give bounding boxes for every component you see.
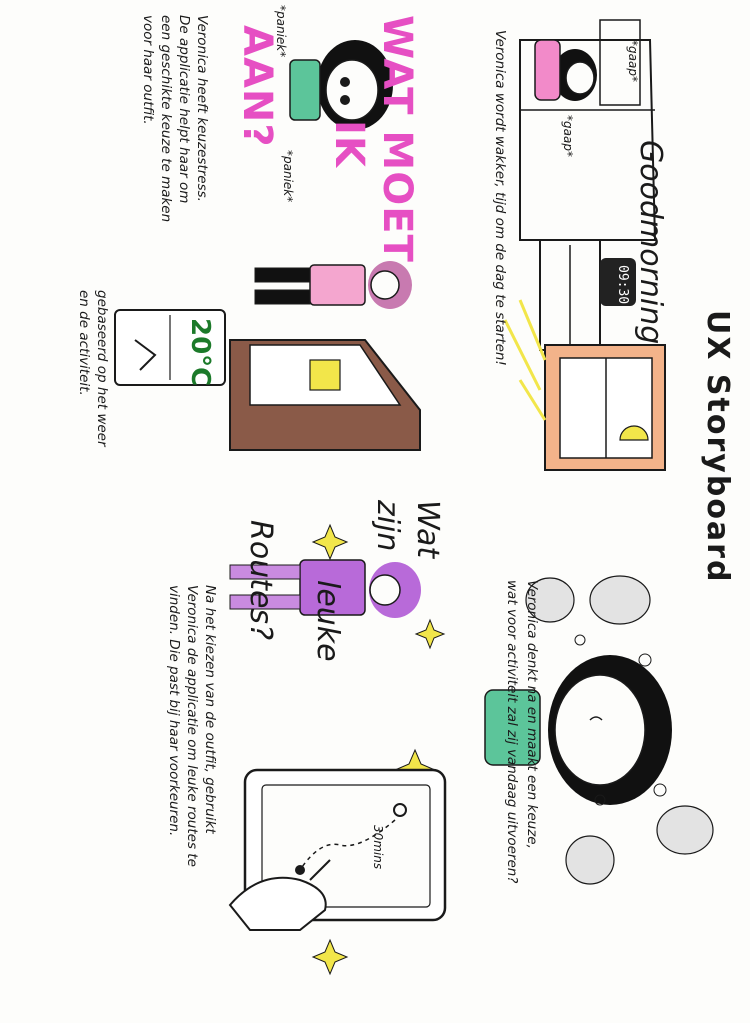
panic-speech-line-1: WAT MOET bbox=[374, 15, 420, 263]
storyboard-page: UX Storyboard *gaap* *gaap* Goodmorning … bbox=[0, 0, 750, 1023]
routes-caption-line-3: vinden. Die past bij haar voorkeuren. bbox=[166, 585, 182, 837]
panic-note-1: *paniek* bbox=[274, 5, 288, 58]
panic-caption-line-4: voor haar outfit. bbox=[140, 15, 156, 125]
greeting-text: Goodmorning bbox=[633, 140, 668, 345]
wake-caption: Veronica wordt wakker, tijd om de dag te… bbox=[492, 30, 508, 366]
clock-display: 09:30 bbox=[615, 265, 630, 305]
routes-caption-line-1: Na het kiezen van de outfit, gebruikt bbox=[202, 585, 218, 834]
outfit-caption-line-1: gebaseerd op het weer bbox=[94, 290, 110, 447]
temperature-display: 20°C bbox=[185, 318, 215, 387]
think-caption-line-2: wat voor activiteit zal zij vandaag uitv… bbox=[504, 580, 520, 884]
routes-caption-line-2: Veronica de applicatie om leuke routes t… bbox=[184, 585, 200, 867]
outfit-caption-line-2: en de activiteit. bbox=[76, 290, 92, 396]
gaap-note-1: *gaap* bbox=[626, 40, 640, 82]
veronica-standing bbox=[254, 261, 412, 309]
think-caption-line-1: Veronica denkt na en maakt een keuze, bbox=[524, 580, 540, 849]
gaap-note-2: *gaap* bbox=[561, 115, 575, 157]
panic-caption-line-3: een geschikte keuze te maken bbox=[158, 15, 174, 223]
storyboard-title: UX Storyboard bbox=[700, 310, 735, 584]
panic-caption-line-2: De applicatie helpt haar om bbox=[176, 15, 192, 204]
routes-speech-line-3: leuke bbox=[310, 580, 345, 662]
wardrobe-box bbox=[229, 339, 421, 451]
panic-speech-line-2: IK bbox=[326, 120, 372, 168]
routes-speech-line-1: Wat bbox=[410, 500, 445, 559]
routes-speech-line-4: Routes? bbox=[243, 520, 278, 640]
routes-speech-line-2: zijn bbox=[370, 500, 405, 552]
panic-note-2: *paniek* bbox=[281, 150, 295, 203]
veronica-sleeping bbox=[534, 39, 597, 101]
route-duration: 30mins bbox=[371, 825, 385, 870]
panic-caption-line-1: Veronica heeft keuzestress. bbox=[194, 15, 210, 202]
